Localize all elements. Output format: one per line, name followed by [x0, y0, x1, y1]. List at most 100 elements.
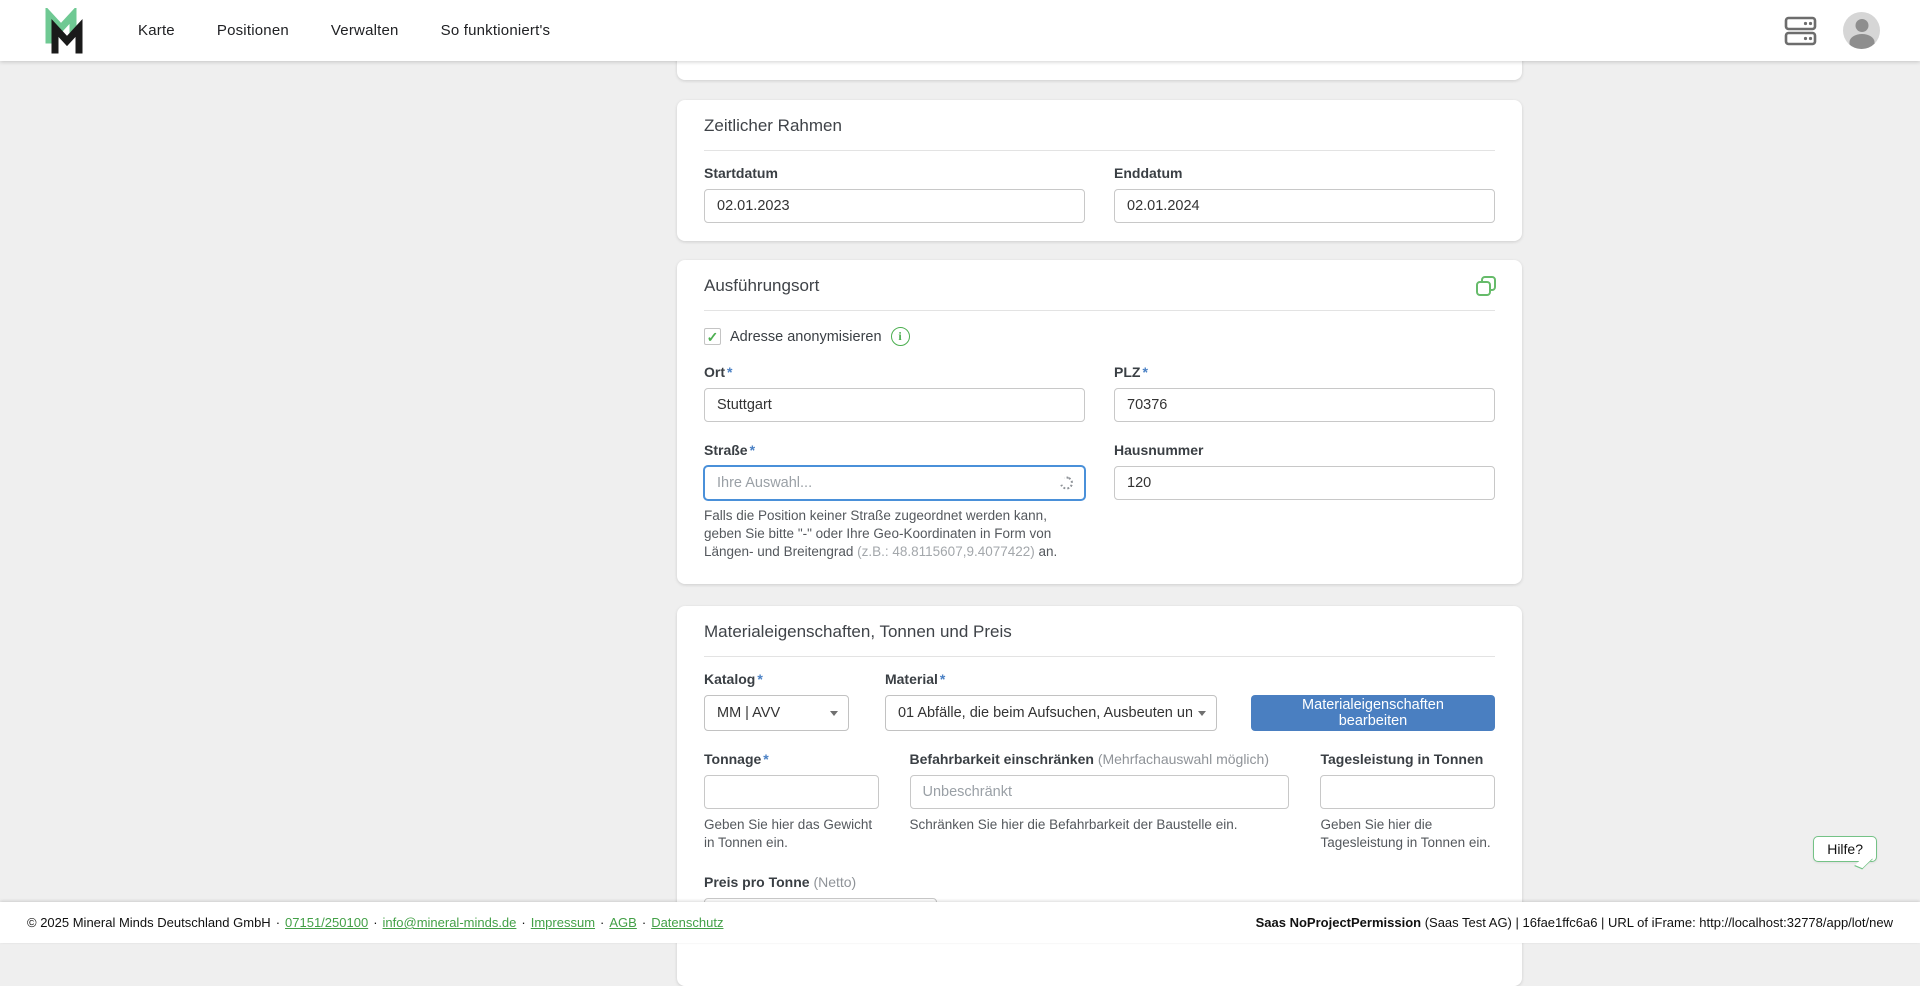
strasse-field-group: Straße* Falls die Position keiner Straße…	[704, 442, 1085, 560]
tagesleistung-field-group: Tagesleistung in Tonnen Geben Sie hier d…	[1320, 751, 1495, 852]
startdatum-field-group: Startdatum	[704, 165, 1085, 223]
mineral-minds-logo[interactable]	[36, 7, 88, 55]
material-selected-value: 01 Abfälle, die beim Aufsuchen, Ausbeute…	[898, 705, 1192, 721]
hausnummer-label: Hausnummer	[1114, 442, 1495, 458]
footer-env-details: (Saas Test AG) | 16fae1ffc6a6 | URL of i…	[1421, 915, 1893, 930]
plz-input[interactable]	[1114, 388, 1495, 422]
page-footer: © 2025 Mineral Minds Deutschland GmbH · …	[0, 902, 1920, 943]
server-icon[interactable]	[1784, 16, 1817, 46]
nav-item-positionen[interactable]: Positionen	[217, 22, 289, 39]
anonymize-label: Adresse anonymisieren	[730, 329, 882, 345]
strasse-input-wrap	[704, 466, 1085, 500]
tonnage-field-group: Tonnage* Geben Sie hier das Gewicht in T…	[704, 751, 879, 852]
preis-label-text: Preis pro Tonne	[704, 874, 810, 890]
chevron-down-icon	[1198, 711, 1206, 716]
footer-link-datenschutz[interactable]: Datenschutz	[651, 915, 723, 930]
befahrbarkeit-label-text: Befahrbarkeit einschränken	[910, 751, 1094, 767]
required-marker: *	[940, 671, 945, 687]
divider	[704, 150, 1495, 151]
section-ausfuehrungsort: Ausführungsort ✓ Adresse anonymisieren i…	[677, 260, 1522, 584]
divider	[704, 310, 1495, 311]
footer-separator: ·	[521, 915, 525, 930]
hausnummer-input[interactable]	[1114, 466, 1495, 500]
tonnage-row: Tonnage* Geben Sie hier das Gewicht in T…	[704, 751, 1495, 852]
strasse-hint-example: (z.B.: 48.8115607,9.4077422)	[857, 544, 1035, 559]
footer-env-name: Saas NoProjectPermission	[1256, 915, 1421, 930]
ort-input[interactable]	[704, 388, 1085, 422]
startdatum-input[interactable]	[704, 189, 1085, 223]
strasse-hint: Falls die Position keiner Straße zugeord…	[704, 507, 1076, 560]
befahrbarkeit-input[interactable]	[910, 775, 1290, 809]
befahrbarkeit-field-group: Befahrbarkeit einschränken (Mehrfachausw…	[910, 751, 1290, 852]
katalog-label-text: Katalog	[704, 671, 755, 687]
strasse-label: Straße*	[704, 442, 1085, 458]
material-select[interactable]: 01 Abfälle, die beim Aufsuchen, Ausbeute…	[885, 695, 1217, 731]
plz-label-text: PLZ	[1114, 364, 1140, 380]
divider	[704, 656, 1495, 657]
tagesleistung-label: Tagesleistung in Tonnen	[1320, 751, 1495, 767]
footer-separator: ·	[276, 915, 280, 930]
section-title: Zeitlicher Rahmen	[704, 116, 1495, 136]
section-zeitlicher-rahmen: Zeitlicher Rahmen Startdatum Enddatum	[677, 100, 1522, 241]
ort-label-text: Ort	[704, 364, 725, 380]
ort-label: Ort*	[704, 364, 1085, 380]
befahrbarkeit-label-note: (Mehrfachauswahl möglich)	[1098, 751, 1269, 767]
katalog-selected-value: MM | AVV	[717, 705, 824, 721]
strasse-label-text: Straße	[704, 442, 748, 458]
tagesleistung-input[interactable]	[1320, 775, 1495, 809]
tagesleistung-hint: Geben Sie hier die Tagesleistung in Tonn…	[1320, 816, 1495, 852]
avatar-head-icon	[1855, 19, 1868, 32]
required-marker: *	[727, 364, 732, 380]
nav-item-so-funktionierts[interactable]: So funktioniert's	[441, 22, 551, 39]
nav-item-verwalten[interactable]: Verwalten	[331, 22, 399, 39]
navbar-right	[1784, 12, 1880, 49]
plz-label: PLZ*	[1114, 364, 1495, 380]
tonnage-hint: Geben Sie hier das Gewicht in Tonnen ein…	[704, 816, 879, 852]
footer-link-phone[interactable]: 07151/250100	[285, 915, 368, 930]
startdatum-label: Startdatum	[704, 165, 1085, 181]
material-label-text: Material	[885, 671, 938, 687]
footer-link-agb[interactable]: AGB	[609, 915, 636, 930]
preis-label-note: (Netto)	[813, 874, 856, 890]
anonymize-row: ✓ Adresse anonymisieren i	[704, 327, 1495, 346]
help-button[interactable]: Hilfe?	[1813, 836, 1877, 862]
avatar-body-icon	[1849, 34, 1874, 49]
strasse-input[interactable]	[704, 466, 1085, 500]
copy-icon[interactable]	[1474, 274, 1498, 298]
plz-field-group: PLZ*	[1114, 364, 1495, 422]
main-navigation: Karte Positionen Verwalten So funktionie…	[138, 22, 550, 39]
logo-icon	[36, 8, 88, 54]
hausnummer-field-group: Hausnummer	[1114, 442, 1495, 560]
anonymize-checkbox[interactable]: ✓	[704, 328, 721, 345]
footer-link-impressum[interactable]: Impressum	[531, 915, 595, 930]
katalog-label: Katalog*	[704, 671, 849, 687]
checkmark-icon: ✓	[707, 330, 719, 344]
top-navbar: Karte Positionen Verwalten So funktionie…	[0, 0, 1920, 61]
enddatum-field-group: Enddatum	[1114, 165, 1495, 223]
user-avatar[interactable]	[1843, 12, 1880, 49]
katalog-material-row: Katalog* MM | AVV Material* 01 Abfälle, …	[704, 671, 1495, 731]
strasse-hint-suffix: an.	[1035, 544, 1058, 559]
footer-separator: ·	[600, 915, 604, 930]
info-icon[interactable]: i	[891, 327, 910, 346]
nav-item-karte[interactable]: Karte	[138, 22, 175, 39]
required-marker: *	[1142, 364, 1147, 380]
footer-link-email[interactable]: info@mineral-minds.de	[383, 915, 517, 930]
befahrbarkeit-label: Befahrbarkeit einschränken (Mehrfachausw…	[910, 751, 1290, 767]
katalog-field-group: Katalog* MM | AVV	[704, 671, 849, 731]
enddatum-label: Enddatum	[1114, 165, 1495, 181]
katalog-select[interactable]: MM | AVV	[704, 695, 849, 731]
footer-separator: ·	[642, 915, 646, 930]
footer-separator: ·	[373, 915, 377, 930]
enddatum-input[interactable]	[1114, 189, 1495, 223]
tonnage-input[interactable]	[704, 775, 879, 809]
tonnage-label-text: Tonnage	[704, 751, 761, 767]
tonnage-label: Tonnage*	[704, 751, 879, 767]
ort-field-group: Ort*	[704, 364, 1085, 422]
materialeigenschaften-bearbeiten-button[interactable]: Materialeigenschaften bearbeiten	[1251, 695, 1495, 731]
befahrbarkeit-hint: Schränken Sie hier die Befahrbarkeit der…	[910, 816, 1290, 834]
material-field-group: Material* 01 Abfälle, die beim Aufsuchen…	[885, 671, 1217, 731]
section-title: Materialeigenschaften, Tonnen und Preis	[704, 622, 1495, 642]
footer-environment-info: Saas NoProjectPermission (Saas Test AG) …	[1256, 915, 1893, 930]
section-title: Ausführungsort	[704, 276, 1495, 296]
